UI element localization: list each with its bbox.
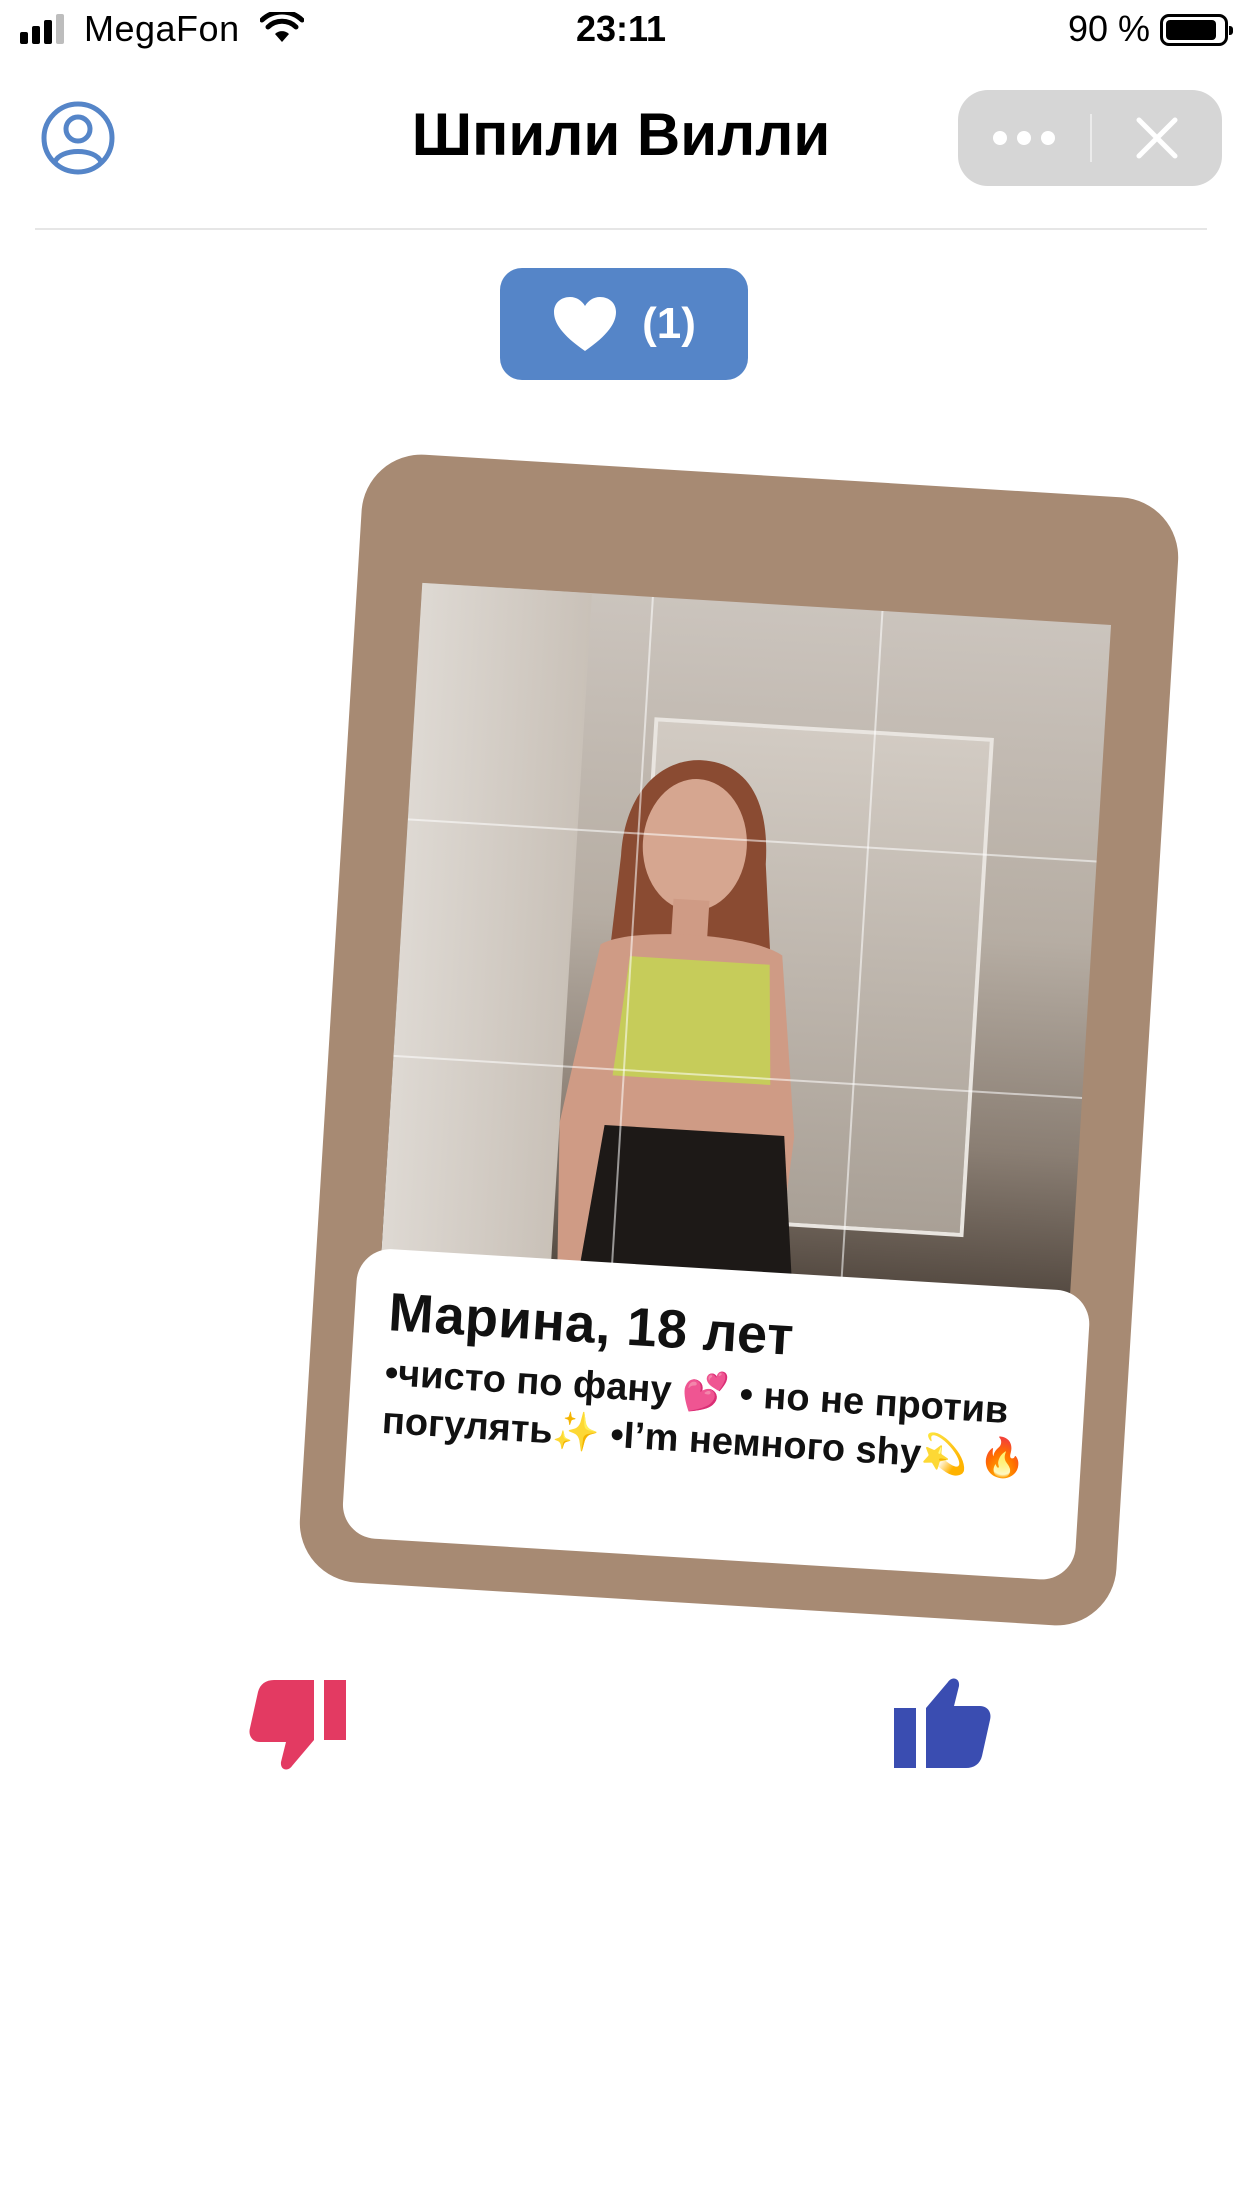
close-icon[interactable] — [1092, 90, 1222, 186]
more-dots-icon[interactable] — [958, 90, 1090, 186]
profile-photo — [378, 582, 1112, 1334]
battery-icon — [1160, 14, 1233, 46]
screen: MegaFon 23:11 90 % Шпили Вилли (1) Марин… — [0, 0, 1242, 2208]
header-divider — [35, 228, 1207, 230]
likes-count: (1) — [642, 299, 696, 348]
status-bar: MegaFon 23:11 90 % — [0, 0, 1242, 62]
battery-percentage: 90 % — [1067, 8, 1150, 49]
profile-info: Марина, 18 лет •чисто по фану 💕 • но не … — [340, 1247, 1092, 1582]
mini-app-capsule — [958, 90, 1222, 186]
profile-card[interactable]: Марина, 18 лет •чисто по фану 💕 • но не … — [296, 451, 1182, 1629]
likes-button[interactable]: (1) — [500, 268, 748, 380]
thumbs-up-icon[interactable] — [888, 1664, 1000, 1776]
heart-icon — [554, 297, 617, 351]
thumbs-down-icon[interactable] — [244, 1672, 356, 1784]
clock: 23:11 — [575, 8, 667, 49]
